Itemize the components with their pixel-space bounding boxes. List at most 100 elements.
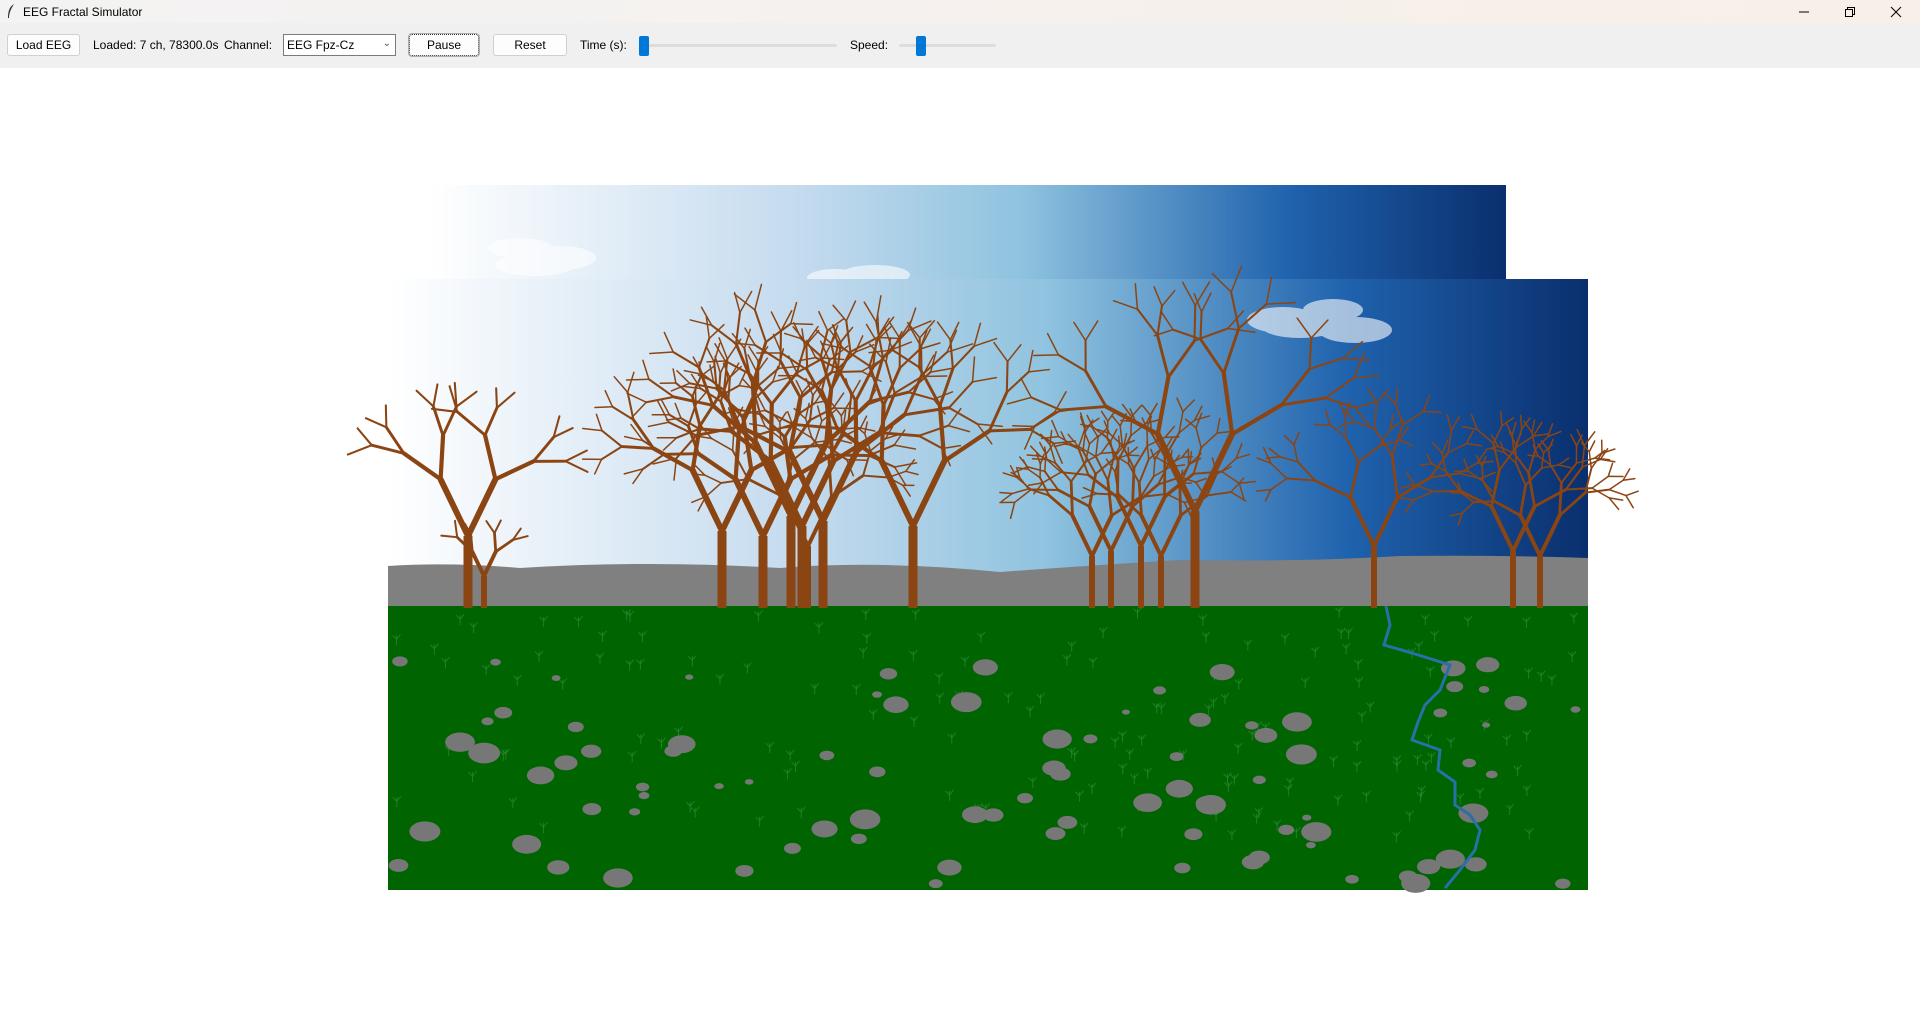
rock — [409, 821, 441, 842]
rock — [1057, 815, 1078, 829]
rock — [547, 860, 570, 875]
tree-branch — [1527, 454, 1539, 457]
tree-branch — [1450, 491, 1463, 495]
tree-branch — [1199, 310, 1203, 341]
rock — [580, 744, 602, 758]
rock — [1398, 870, 1418, 883]
rock — [1446, 681, 1464, 693]
rock — [1435, 849, 1465, 869]
back-sky-layer — [429, 185, 1506, 279]
rock — [1169, 752, 1184, 762]
rock — [1476, 657, 1500, 673]
tree-branch — [1591, 475, 1610, 489]
rock — [961, 806, 988, 824]
tree-branch — [999, 491, 1013, 495]
tree-branch — [877, 314, 880, 338]
tree-branch — [1564, 487, 1594, 491]
ground — [388, 606, 1588, 890]
tree-branch — [620, 445, 656, 450]
tree-branch — [1033, 354, 1060, 357]
rock — [1083, 734, 1098, 744]
rock — [1302, 814, 1312, 821]
tree-branch — [1178, 484, 1182, 517]
rock — [388, 859, 409, 872]
rock — [1555, 878, 1571, 889]
tree-branch — [1622, 468, 1631, 481]
rock — [1195, 795, 1226, 815]
tree-branch — [1126, 454, 1140, 457]
rock — [1017, 792, 1034, 804]
tree-branch — [1588, 440, 1596, 453]
tree-branch — [1607, 462, 1614, 478]
rock — [494, 706, 513, 719]
rock — [850, 833, 867, 844]
tree-branch — [493, 531, 498, 554]
tree-branch — [1193, 304, 1197, 342]
rock — [1184, 828, 1203, 841]
tree-branch — [1608, 479, 1624, 491]
rock — [735, 864, 754, 877]
tree-branch — [594, 406, 614, 409]
tree-branch — [495, 387, 498, 409]
rock — [1345, 874, 1359, 884]
rock — [1433, 708, 1448, 718]
rock — [1252, 775, 1266, 785]
rock — [468, 742, 501, 764]
rock — [1042, 729, 1072, 749]
tree-branch — [1622, 477, 1636, 481]
rock — [582, 803, 602, 816]
rock — [1462, 758, 1476, 768]
tree-branch — [438, 433, 446, 482]
rock — [526, 766, 555, 785]
tree-branch — [1590, 452, 1603, 470]
rock — [603, 868, 633, 888]
rock — [1282, 712, 1312, 732]
rock — [1504, 695, 1527, 711]
rock — [1301, 822, 1332, 842]
rock — [490, 658, 501, 666]
rock — [849, 809, 881, 830]
tree-branch — [1106, 420, 1109, 439]
rock — [392, 656, 408, 667]
tree-branch — [1314, 423, 1331, 426]
tree-branch — [1031, 457, 1048, 461]
rock — [1165, 779, 1193, 798]
rock — [1416, 859, 1441, 875]
tree-branch — [1625, 490, 1639, 497]
rock — [1042, 760, 1066, 776]
tree-branch — [384, 404, 388, 429]
rock — [783, 842, 801, 854]
rock — [928, 879, 943, 889]
tree-branch — [987, 427, 1032, 433]
fractal-scene-canvas — [346, 185, 1639, 893]
tree-branch — [805, 342, 809, 372]
rock — [512, 834, 542, 854]
rock — [685, 674, 694, 680]
rock — [1209, 664, 1235, 681]
rock — [869, 766, 886, 778]
rock — [567, 721, 584, 733]
rock — [819, 750, 835, 761]
rock — [1570, 706, 1581, 713]
rock — [744, 779, 754, 785]
rock — [554, 755, 578, 771]
tree-branch — [1584, 488, 1611, 494]
tree-branch — [830, 370, 863, 374]
rock — [1241, 854, 1265, 870]
rock — [937, 859, 962, 876]
tree-branch — [346, 444, 373, 456]
rock — [1174, 862, 1191, 874]
tree-branch — [779, 421, 782, 440]
rock — [872, 691, 882, 698]
tree-branch — [1472, 500, 1496, 504]
rock — [879, 668, 898, 680]
tree-branch — [1608, 488, 1627, 497]
rock — [714, 783, 724, 790]
tree-branch — [625, 378, 650, 381]
rock — [1305, 841, 1316, 849]
rock — [1278, 824, 1295, 836]
tree-branch — [469, 532, 474, 554]
rock — [629, 808, 641, 816]
rock — [1045, 827, 1066, 841]
rock — [950, 692, 982, 713]
